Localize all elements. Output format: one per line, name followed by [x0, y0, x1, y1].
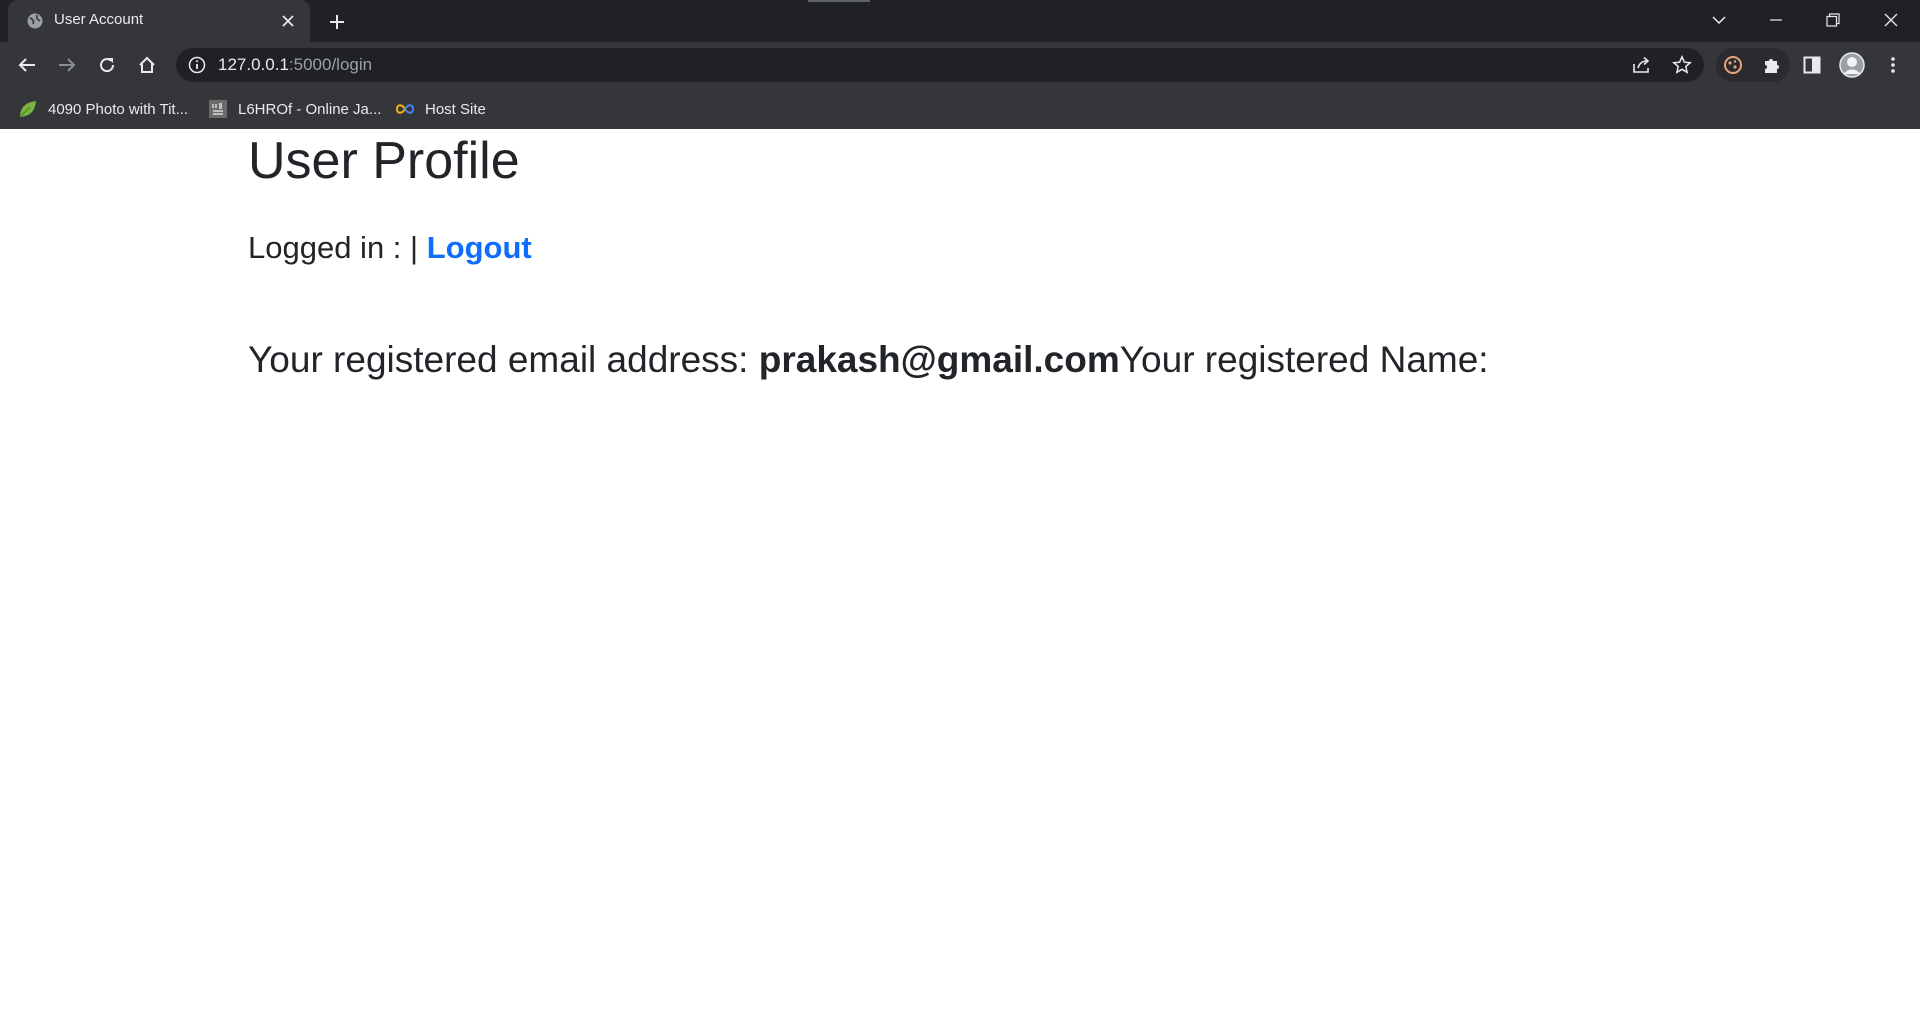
browser-menu-icon[interactable]: [1879, 51, 1907, 79]
back-arrow-icon[interactable]: [13, 51, 41, 79]
ideone-icon: [208, 99, 228, 119]
registration-info: Your registered email address: prakash@g…: [248, 336, 1489, 384]
url-text[interactable]: 127.0.0.1:5000/login: [218, 55, 372, 75]
reload-icon[interactable]: [93, 51, 121, 79]
site-info-icon[interactable]: [188, 56, 206, 74]
new-tab-icon[interactable]: [325, 10, 349, 34]
separator: |: [410, 230, 419, 265]
puzzle-extensions-icon[interactable]: [1758, 51, 1786, 79]
bookmark-item[interactable]: Host Site: [395, 96, 486, 122]
restore-icon[interactable]: [1817, 6, 1849, 34]
leaf-icon: [18, 99, 38, 119]
window-drag-strip: [808, 0, 870, 2]
bookmark-label: 4090 Photo with Tit...: [48, 100, 189, 118]
browser-chrome: User Account 127.0.0.1:5000/login 4090 P…: [0, 0, 1920, 129]
bookmark-star-icon[interactable]: [1672, 55, 1692, 75]
page-viewport: User Profile Logged in : | Logout Your r…: [0, 129, 1920, 1023]
navigation-toolbar: 127.0.0.1:5000/login: [0, 42, 1920, 88]
profile-avatar-icon[interactable]: [1838, 51, 1866, 79]
url-path: :5000/login: [288, 55, 373, 74]
extensions-group: [1716, 48, 1790, 82]
page-title: User Profile: [248, 132, 520, 190]
url-host: 127.0.0.1: [218, 55, 289, 74]
tab-search-icon[interactable]: [1703, 6, 1735, 34]
bookmarks-bar: 4090 Photo with Tit... L6HROf - Online J…: [0, 88, 1920, 129]
close-tab-icon[interactable]: [278, 11, 298, 31]
email-label: Your registered email address:: [248, 339, 749, 380]
forward-arrow-icon[interactable]: [53, 51, 81, 79]
infinity-icon: [395, 99, 415, 119]
close-window-icon[interactable]: [1875, 6, 1907, 34]
logged-in-label: Logged in :: [248, 230, 402, 265]
title-bar: User Account: [0, 0, 1920, 42]
browser-tab[interactable]: User Account: [8, 0, 310, 42]
cookie-extension-icon[interactable]: [1719, 51, 1747, 79]
bookmark-label: L6HROf - Online Ja...: [238, 100, 382, 118]
tab-title: User Account: [54, 11, 144, 28]
email-value: prakash@gmail.com: [758, 339, 1120, 380]
name-label: Your registered Name:: [1119, 339, 1489, 380]
side-panel-icon[interactable]: [1798, 51, 1826, 79]
minimize-icon[interactable]: [1760, 6, 1792, 34]
bookmark-item[interactable]: L6HROf - Online Ja...: [208, 96, 381, 122]
globe-icon: [26, 12, 44, 30]
login-status-line: Logged in : | Logout: [248, 228, 532, 268]
home-icon[interactable]: [133, 51, 161, 79]
share-icon[interactable]: [1632, 55, 1652, 75]
address-bar[interactable]: 127.0.0.1:5000/login: [176, 48, 1704, 82]
bookmark-label: Host Site: [425, 100, 486, 118]
logout-link[interactable]: Logout: [427, 230, 532, 265]
bookmark-item[interactable]: 4090 Photo with Tit...: [18, 96, 188, 122]
